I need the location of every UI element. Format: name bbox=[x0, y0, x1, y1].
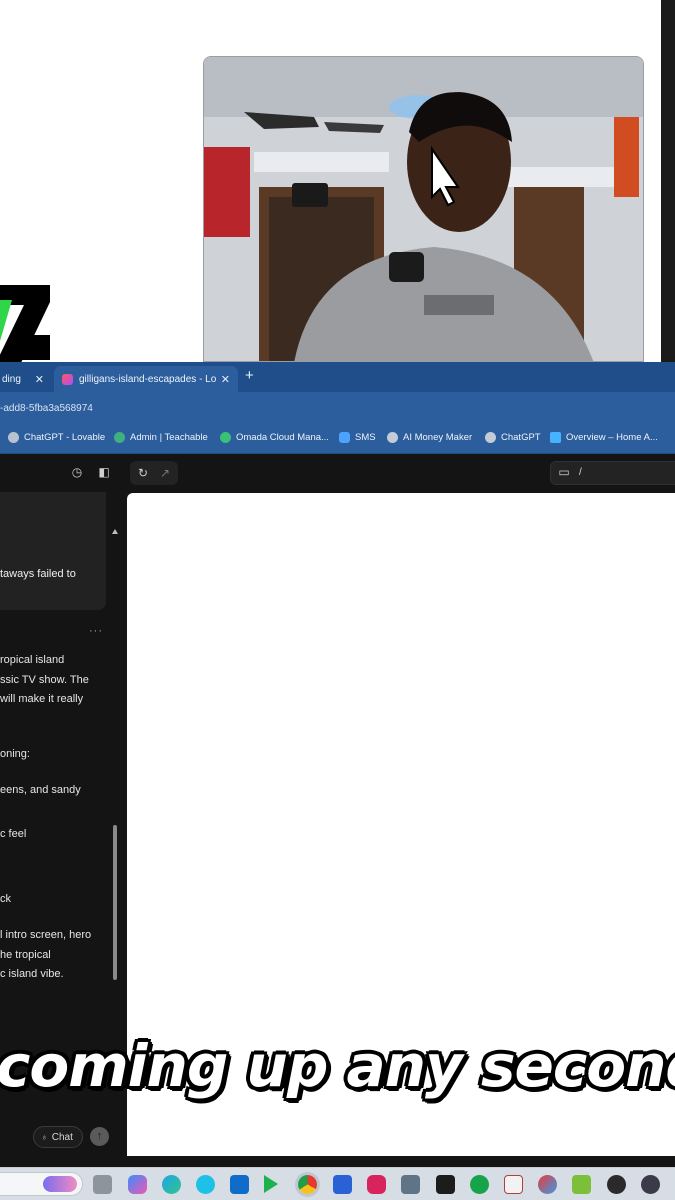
lovable-favicon-icon bbox=[62, 373, 73, 385]
chat-button-label: Chat bbox=[51, 1131, 73, 1143]
address-bar[interactable]: -add8-5fba3a568974 bbox=[0, 392, 675, 424]
obs-icon[interactable] bbox=[641, 1175, 660, 1194]
bookmark-label: AI Money Maker bbox=[403, 432, 473, 443]
taskbar-search[interactable] bbox=[0, 1172, 83, 1196]
chrome-icon[interactable] bbox=[298, 1175, 317, 1194]
bookmarks-bar: ChatGPT - Lovable Admin | Teachable Omad… bbox=[0, 424, 675, 454]
sidebar-toggle-icon[interactable]: ◧ bbox=[97, 465, 111, 479]
evernote-icon[interactable] bbox=[470, 1175, 489, 1194]
bookmark-sms[interactable]: SMS bbox=[339, 432, 376, 443]
chat-message-line: oning: bbox=[0, 748, 30, 760]
bookmark-label: SMS bbox=[355, 432, 376, 443]
play-icon[interactable] bbox=[264, 1175, 278, 1193]
edge-icon[interactable] bbox=[162, 1175, 181, 1194]
teachable-icon bbox=[114, 432, 125, 443]
chat-message-line: ssic TV show. The bbox=[0, 674, 89, 686]
chat-message-line: ck bbox=[0, 893, 11, 905]
chat-message-line: c feel bbox=[0, 828, 27, 840]
snip-icon[interactable] bbox=[504, 1175, 523, 1194]
bookmark-chatgpt[interactable]: ChatGPT bbox=[485, 432, 541, 443]
app-toolbar: ◷ ◧ ↻ ↗ / ▭ bbox=[0, 454, 675, 492]
new-tab-button[interactable]: + bbox=[245, 367, 254, 384]
chat-message-line: he tropical bbox=[0, 949, 51, 961]
route-path[interactable]: / bbox=[579, 467, 582, 478]
chat-message-line: will make it really bbox=[0, 693, 84, 705]
error-card: taways failed to bbox=[0, 492, 106, 610]
copilot-icon[interactable] bbox=[128, 1175, 147, 1194]
open-external-icon[interactable]: ↗ bbox=[158, 466, 172, 480]
notes-icon[interactable] bbox=[572, 1175, 591, 1194]
window-edge bbox=[661, 0, 675, 362]
tab-previous[interactable]: ding ✕ bbox=[0, 366, 52, 392]
chatgpt-icon bbox=[485, 432, 496, 443]
lightbulb-icon: ♁ bbox=[41, 1132, 48, 1142]
close-tab-icon[interactable]: ✕ bbox=[35, 373, 44, 386]
camo-icon[interactable] bbox=[436, 1175, 455, 1194]
refresh-icon[interactable]: ↻ bbox=[136, 466, 150, 480]
scrollbar-thumb[interactable] bbox=[113, 825, 117, 980]
bookmark-label: Omada Cloud Mana... bbox=[236, 432, 329, 443]
notepad-icon[interactable] bbox=[333, 1175, 352, 1194]
bookmark-omada[interactable]: Omada Cloud Mana... bbox=[220, 432, 329, 443]
chat-message-line: c island vibe. bbox=[0, 968, 64, 980]
chat-message-line: eens, and sandy bbox=[0, 784, 81, 796]
chat-mode-button[interactable]: ♁ Chat bbox=[33, 1126, 83, 1148]
omada-icon bbox=[220, 432, 231, 443]
tab-label: gilligans-island-escapades - Lo bbox=[79, 373, 217, 385]
screen: ding ✕ gilligans-island-escapades - Lo ✕… bbox=[0, 0, 675, 1200]
bookmark-label: ChatGPT - Lovable bbox=[24, 432, 106, 443]
chatgpt-icon bbox=[8, 432, 19, 443]
home-assistant-icon bbox=[550, 432, 561, 443]
send-arrow-icon[interactable]: ↑ bbox=[90, 1127, 109, 1146]
url-text[interactable]: -add8-5fba3a568974 bbox=[0, 403, 93, 414]
error-message: taways failed to bbox=[0, 568, 76, 580]
tab-label: ding bbox=[2, 373, 21, 385]
search-highlight-icon bbox=[43, 1176, 77, 1192]
close-tab-icon[interactable]: ✕ bbox=[221, 373, 230, 386]
bookmark-chatgpt-lovable[interactable]: ChatGPT - Lovable bbox=[8, 432, 105, 443]
task-view-icon[interactable] bbox=[93, 1175, 112, 1194]
alexa-icon[interactable] bbox=[196, 1175, 215, 1194]
video-caption: coming up any second bbox=[0, 1032, 675, 1100]
paint-icon[interactable] bbox=[538, 1175, 557, 1194]
tab-active[interactable]: gilligans-island-escapades - Lo ✕ bbox=[54, 366, 238, 392]
app-icon[interactable] bbox=[367, 1175, 386, 1194]
history-icon[interactable]: ◷ bbox=[70, 465, 84, 479]
webcam-overlay[interactable] bbox=[203, 56, 644, 362]
green-logo-icon bbox=[0, 285, 50, 365]
tab-bar: ding ✕ gilligans-island-escapades - Lo ✕ bbox=[0, 362, 675, 392]
scroll-up-arrow-icon[interactable] bbox=[112, 529, 118, 534]
chat-bubble-icon bbox=[339, 432, 350, 443]
bookmark-ai-money-maker[interactable]: AI Money Maker bbox=[387, 432, 472, 443]
more-options-icon[interactable]: ··· bbox=[89, 625, 103, 637]
chatgpt-icon bbox=[387, 432, 398, 443]
remote-icon[interactable] bbox=[401, 1175, 420, 1194]
chat-message-line: l intro screen, hero bbox=[0, 929, 92, 941]
chatgpt-icon[interactable] bbox=[607, 1175, 626, 1194]
bookmark-admin-teachable[interactable]: Admin | Teachable bbox=[114, 432, 208, 443]
bookmark-label: Admin | Teachable bbox=[130, 432, 208, 443]
bookmark-label: ChatGPT bbox=[501, 432, 541, 443]
bookmark-label: Overview – Home A... bbox=[566, 432, 658, 443]
chat-message-line: ropical island bbox=[0, 654, 65, 666]
outlook-icon[interactable] bbox=[230, 1175, 249, 1194]
taskbar bbox=[0, 1167, 675, 1200]
bookmark-overview-home[interactable]: Overview – Home A... bbox=[550, 432, 658, 443]
book-icon[interactable]: ▭ bbox=[557, 465, 571, 479]
preview-controls: ↻ ↗ bbox=[130, 461, 178, 485]
